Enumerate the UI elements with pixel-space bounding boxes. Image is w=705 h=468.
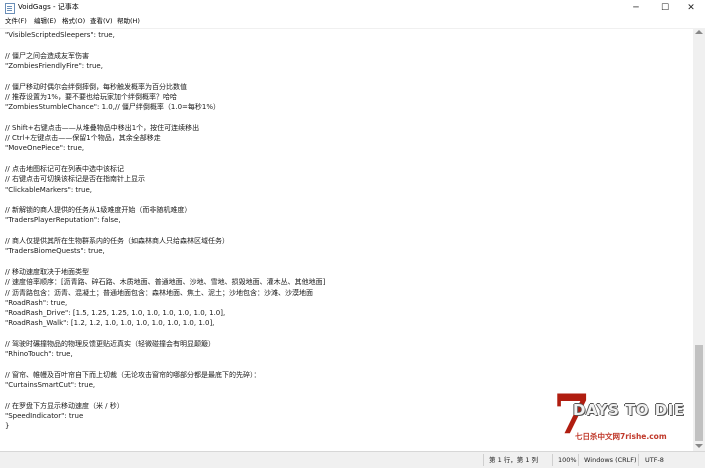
scroll-up-icon[interactable]: [695, 30, 703, 34]
text-line: "ZombiesFriendlyFire": true,: [5, 61, 103, 70]
menu-help[interactable]: 帮助(H): [117, 16, 140, 27]
text-line: // 窗帘、帷幔及百叶帘自下而上切裁（无论攻击窗帘的哪部分都是最底下的先碎）：: [5, 370, 261, 379]
vertical-scrollbar[interactable]: [693, 28, 705, 451]
text-line: // 移动速度取决于地面类型: [5, 267, 89, 276]
text-line: // 推荐设置为1%，要不要也给玩家加个绊倒概率？哈哈: [5, 92, 178, 101]
text-line: "VisibleScriptedSleepers": true,: [5, 31, 115, 39]
cursor-position: 第 1 行，第 1 列: [489, 456, 539, 464]
text-line: "MoveOnePiece": true,: [5, 144, 85, 153]
zoom-level: 100%: [558, 456, 577, 464]
status-separator: [638, 454, 639, 466]
notepad-icon: [5, 3, 15, 14]
menu-file[interactable]: 文件(F): [5, 16, 27, 27]
scroll-down-icon[interactable]: [695, 444, 703, 448]
status-separator: [578, 454, 579, 466]
text-line: // 右键点击可切换该标记是否在指南针上显示: [5, 175, 145, 184]
text-line: // Ctrl+左键点击——保留1个物品，其余全部移走: [5, 134, 161, 142]
text-line: "ZombiesStumbleChance": 1.0,// 僵尸绊倒概率（1.…: [5, 103, 221, 112]
text-line: // 僵尸移动时偶尔会绊倒摔倒，每秒触发概率为百分比数值: [5, 82, 187, 91]
text-line: // 沥青路包含：沥青、混凝土；普通地面包含：森林地面、焦土、泥土；沙地包含：沙…: [5, 288, 313, 297]
menu-view[interactable]: 查看(V): [90, 16, 113, 27]
title-bar: VoidGags - 记事本 ─ ☐ ✕: [0, 0, 705, 16]
text-line: "RhinoTouch": true,: [5, 350, 73, 359]
scroll-thumb[interactable]: [695, 345, 703, 441]
text-line: // 驾驶时碾撞物品的物理反馈更贴近真实（轻微碰撞会有明显颠簸）: [5, 340, 215, 348]
menu-edit[interactable]: 编辑(E): [34, 16, 56, 27]
encoding: UTF-8: [645, 456, 664, 464]
logo-text: DAYS TO DIE: [573, 401, 685, 419]
text-line: "RoadRash_Walk": [1.2, 1.2, 1.0, 1.0, 1.…: [5, 319, 215, 328]
text-line: // 速度倍率顺序：[沥青路、碎石路、木质地面、普通地面、沙地、雪地、损毁地面、…: [5, 278, 326, 287]
text-line: // 新解锁的商人提供的任务从1级难度开始（而非随机难度）: [5, 206, 192, 215]
text-line: // 僵尸之间会造成友军伤害: [5, 51, 89, 60]
text-line: // 商人仅提供其所在生物群系内的任务（如森林商人只给森林区域任务）: [5, 237, 229, 245]
line-ending: Windows (CRLF): [584, 456, 637, 464]
text-line: }: [5, 422, 10, 431]
watermark-logo: 7 DAYS TO DIE 七日杀中文网7rishe.com: [553, 387, 693, 447]
menu-format[interactable]: 格式(O): [62, 16, 85, 27]
logo-site: 七日杀中文网7rishe.com: [575, 432, 667, 441]
text-line: "SpeedIndicator": true: [5, 412, 84, 421]
text-line: "RoadRash_Drive": [1.5, 1.25, 1.25, 1.0,…: [5, 309, 226, 318]
close-button[interactable]: ✕: [677, 0, 705, 16]
text-line: // 点击地图标记可在列表中选中该标记: [5, 164, 124, 173]
text-line: "CurtainsSmartCut": true,: [5, 381, 96, 390]
text-line: "TradersBiomeQuests": true,: [5, 247, 105, 256]
status-bar: 第 1 行，第 1 列 100% Windows (CRLF) UTF-8: [0, 451, 705, 468]
minimize-button[interactable]: ─: [622, 0, 650, 16]
window-title: VoidGags - 记事本: [18, 3, 79, 11]
text-line: "TradersPlayerReputation": false,: [5, 216, 121, 225]
text-line: "ClickableMarkers": true,: [5, 185, 92, 194]
status-separator: [552, 454, 553, 466]
text-line: // 在罗盘下方显示移动速度（米 / 秒）: [5, 401, 124, 410]
maximize-button[interactable]: ☐: [651, 0, 679, 16]
text-line: // Shift+右键点击——从堆叠物品中移出1个，按住可连续移出: [5, 123, 200, 132]
status-separator: [483, 454, 484, 466]
text-line: "RoadRash": true,: [5, 298, 68, 307]
menu-bar: 文件(F) 编辑(E) 格式(O) 查看(V) 帮助(H): [0, 16, 705, 27]
